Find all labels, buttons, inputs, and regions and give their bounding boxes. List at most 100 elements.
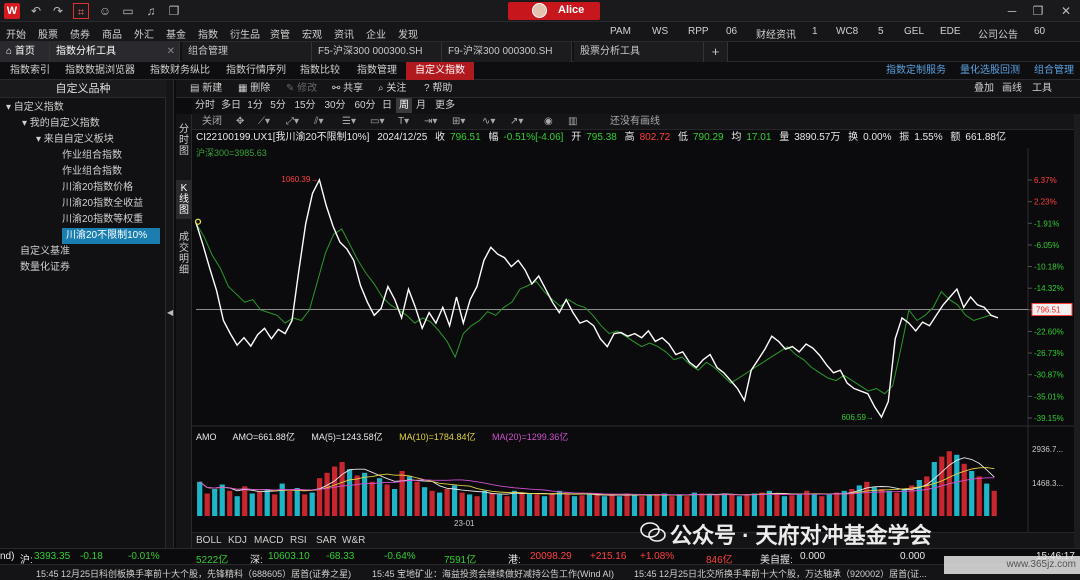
subnav-link[interactable]: 指数定制服务 [886, 62, 946, 80]
subnav-link[interactable]: 组合管理 [1034, 62, 1074, 80]
tools-button[interactable]: 工具 [1032, 80, 1052, 98]
tree-item[interactable]: 川渝20指数等权重 [0, 212, 166, 228]
menu-shortcut[interactable]: 财经资讯 [756, 26, 796, 41]
menu-shortcut[interactable]: 60 [1034, 26, 1045, 37]
new-button[interactable]: ▤ 新建 [190, 80, 222, 98]
tree-item[interactable]: ▾ 自定义指数 [0, 100, 166, 116]
tree-item[interactable]: ▾ 我的自定义指数 [0, 116, 166, 132]
tab-index-analysis[interactable]: 指数分析工具 ✕ [50, 42, 180, 62]
subnav-link[interactable]: 量化选股回测 [960, 62, 1020, 80]
tree-item[interactable]: 自定义基准 [0, 244, 166, 260]
period-button[interactable]: 1分 [246, 98, 264, 113]
tab-home[interactable]: ⌂ 首页 [0, 42, 50, 62]
vtab-kline[interactable]: K线图 [176, 180, 192, 219]
collapse-arrow-icon[interactable]: ◀ [167, 308, 173, 322]
menu-shortcut[interactable]: 5 [878, 26, 884, 37]
chat-icon[interactable]: ☺ [97, 3, 113, 19]
modify-button[interactable]: ✎ 修改 [286, 80, 317, 98]
tab-f5[interactable]: F5-沪深300 000300.SH [312, 42, 442, 62]
menu-shortcut[interactable]: PAM [610, 26, 631, 37]
period-button[interactable]: 多日 [220, 98, 242, 113]
vtab-timeshare[interactable]: 分时图 [176, 124, 192, 157]
subnav-item[interactable]: 指数索引 [0, 62, 60, 80]
menu-item[interactable]: 指数 [198, 26, 218, 41]
tv-icon[interactable]: ▭ [120, 3, 136, 19]
period-button[interactable]: 更多 [432, 98, 458, 113]
period-button[interactable]: 30分 [322, 98, 348, 113]
user-pill[interactable]: Alice [508, 2, 600, 20]
subnav-item-active[interactable]: 自定义指数 [406, 62, 474, 80]
tab-stock-analysis[interactable]: 股票分析工具 [574, 42, 704, 62]
menu-item[interactable]: 债券 [70, 26, 90, 41]
indicator-tab[interactable]: SAR [316, 534, 337, 548]
draw-button[interactable]: 画线 [1002, 80, 1022, 98]
menu-item[interactable]: 外汇 [134, 26, 154, 41]
close-icon[interactable]: ✕ [1058, 3, 1074, 19]
menu-item[interactable]: 衍生品 [230, 26, 260, 41]
crop-icon[interactable]: ⌗ [73, 3, 89, 19]
menu-shortcut[interactable]: 1 [812, 26, 818, 37]
menu-shortcut[interactable]: WC8 [836, 26, 858, 37]
menu-item[interactable]: 商品 [102, 26, 122, 41]
tab-portfolio[interactable]: 组合管理 [182, 42, 312, 62]
close-icon[interactable]: ✕ [167, 42, 175, 62]
price-chart[interactable]: 6.37%2.23%-1.91%-6.05%-10.18%-14.32%-18.… [192, 114, 1074, 532]
indicator-tab[interactable]: MACD [254, 534, 283, 548]
menu-item[interactable]: 股票 [38, 26, 58, 41]
menu-item[interactable]: 基金 [166, 26, 186, 41]
add-tab-button[interactable]: + [704, 42, 728, 62]
subnav-item[interactable]: 指数比较 [292, 62, 348, 80]
forward-icon[interactable]: ↷ [50, 3, 66, 19]
tree-item[interactable]: 作业组合指数 [0, 148, 166, 164]
tree-item[interactable]: 作业组合指数 [0, 164, 166, 180]
news-item[interactable]: 15:45 宝地矿业：海益投资会继续做好减持公告工作(Wind AI) [372, 567, 614, 580]
news-item[interactable]: 15:45 12月25日科创板换手率前十大个股，先锋精科（688605）居首(证… [36, 567, 351, 580]
menu-item[interactable]: 发现 [398, 26, 418, 41]
menu-shortcut[interactable]: 公司公告 [978, 26, 1018, 41]
tree-item[interactable]: 数量化证券 [0, 260, 166, 276]
help-button[interactable]: ? 帮助 [424, 80, 452, 98]
period-button-active[interactable]: 周 [396, 98, 412, 113]
period-button[interactable]: 60分 [352, 98, 378, 113]
period-button[interactable]: 5分 [268, 98, 288, 113]
menu-shortcut[interactable]: EDE [940, 26, 961, 37]
indicator-tab[interactable]: KDJ [228, 534, 247, 548]
tab-f9[interactable]: F9-沪深300 000300.SH [442, 42, 572, 62]
tree-item[interactable]: 川渝20指数全收益 [0, 196, 166, 212]
subnav-item[interactable]: 指数数据浏览器 [60, 62, 140, 80]
minimize-icon[interactable]: ─ [1004, 3, 1020, 19]
period-button[interactable]: 分时 [194, 98, 216, 113]
vtab-trades[interactable]: 成交明细 [176, 232, 192, 276]
back-icon[interactable]: ↶ [28, 3, 44, 19]
menu-item[interactable]: 企业 [366, 26, 386, 41]
menu-item[interactable]: 宏观 [302, 26, 322, 41]
menu-item[interactable]: 资讯 [334, 26, 354, 41]
period-button[interactable]: 月 [414, 98, 428, 113]
indicator-tab[interactable]: RSI [290, 534, 307, 548]
maximize-icon[interactable]: ❐ [1030, 3, 1046, 19]
indicator-tab[interactable]: W&R [342, 534, 365, 548]
menu-item[interactable]: 开始 [6, 26, 26, 41]
window-icon[interactable]: ❐ [166, 3, 182, 19]
menu-shortcut[interactable]: WS [652, 26, 668, 37]
period-button[interactable]: 15分 [292, 98, 318, 113]
subnav-item[interactable]: 指数行情序列 [220, 62, 292, 80]
bell-icon[interactable]: ♫ [143, 3, 159, 19]
follow-button[interactable]: ⌕ 关注 [378, 80, 406, 98]
overlay-button[interactable]: 叠加 [974, 80, 994, 98]
menu-shortcut[interactable]: RPP [688, 26, 709, 37]
tree-item-selected[interactable]: 川渝20不限制10% [62, 228, 160, 244]
tree-item[interactable]: ▾ 来自自定义板块 [0, 132, 166, 148]
share-button[interactable]: ⚯ 共享 [332, 80, 363, 98]
subnav-item[interactable]: 指数管理 [348, 62, 406, 80]
menu-shortcut[interactable]: GEL [904, 26, 924, 37]
menu-shortcut[interactable]: 06 [726, 26, 737, 37]
delete-button[interactable]: ▦ 删除 [238, 80, 270, 98]
period-button[interactable]: 日 [380, 98, 394, 113]
indicator-tab[interactable]: BOLL [196, 534, 222, 548]
news-item[interactable]: 15:45 12月25日北交所换手率前十大个股，万达轴承（920002）居首(证… [634, 567, 927, 580]
menu-item[interactable]: 资管 [270, 26, 290, 41]
right-scroll-strip[interactable] [1074, 114, 1080, 548]
tree-item[interactable]: 川渝20指数价格 [0, 180, 166, 196]
subnav-item[interactable]: 指数财务纵比 [140, 62, 220, 80]
